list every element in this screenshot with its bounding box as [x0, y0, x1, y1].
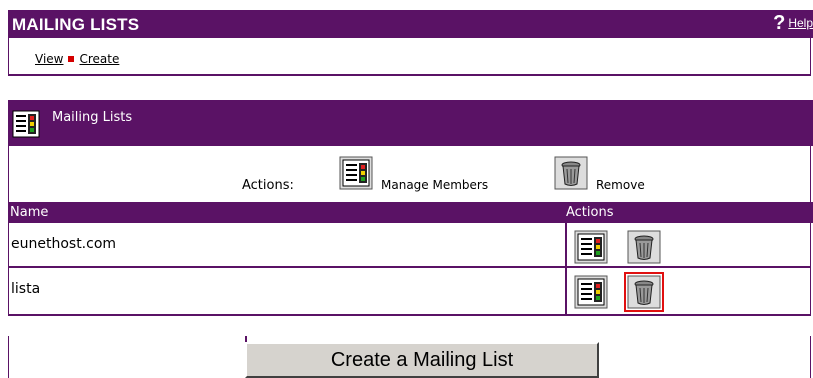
table-row: eunethost.com	[8, 223, 811, 268]
mailing-lists-panel: Mailing Lists Actions: Manage Members Re…	[8, 100, 813, 378]
actions-label: Actions:	[242, 178, 294, 193]
panel-header: Mailing Lists	[8, 100, 813, 146]
column-header-name: Name	[10, 205, 49, 220]
help-icon[interactable]: ?	[773, 13, 785, 33]
page-header: MAILING LISTS ? Help	[8, 10, 813, 38]
list-name: lista	[11, 281, 41, 297]
subnav-bar: View Create	[8, 38, 811, 76]
manage-members-legend: Manage Members	[381, 178, 489, 192]
manage-members-icon[interactable]	[574, 275, 608, 309]
column-divider	[565, 223, 567, 266]
manage-members-icon[interactable]	[574, 230, 608, 264]
column-divider	[565, 268, 567, 314]
help-link-group[interactable]: ? Help	[773, 13, 813, 33]
remove-legend: Remove	[596, 178, 645, 192]
table-footer: Create a Mailing List	[8, 336, 811, 378]
panel-title: Mailing Lists	[52, 110, 133, 125]
actions-legend: Actions: Manage Members Remove	[8, 146, 811, 202]
table-header: Name Actions	[8, 202, 813, 223]
table-row: lista	[8, 268, 811, 316]
list-name: eunethost.com	[11, 236, 117, 252]
trash-can-icon	[554, 156, 588, 190]
members-list-icon	[339, 156, 373, 190]
remove-trash-icon[interactable]	[624, 272, 664, 312]
separator-square-icon	[68, 56, 75, 62]
remove-trash-icon[interactable]	[627, 230, 661, 264]
page-title: MAILING LISTS	[12, 15, 140, 34]
view-link[interactable]: View	[35, 52, 63, 66]
create-mailing-list-button[interactable]: Create a Mailing List	[245, 342, 599, 378]
help-link[interactable]: Help	[788, 16, 813, 30]
members-list-icon	[12, 110, 40, 142]
column-header-actions: Actions	[566, 205, 614, 220]
create-link[interactable]: Create	[79, 52, 119, 66]
